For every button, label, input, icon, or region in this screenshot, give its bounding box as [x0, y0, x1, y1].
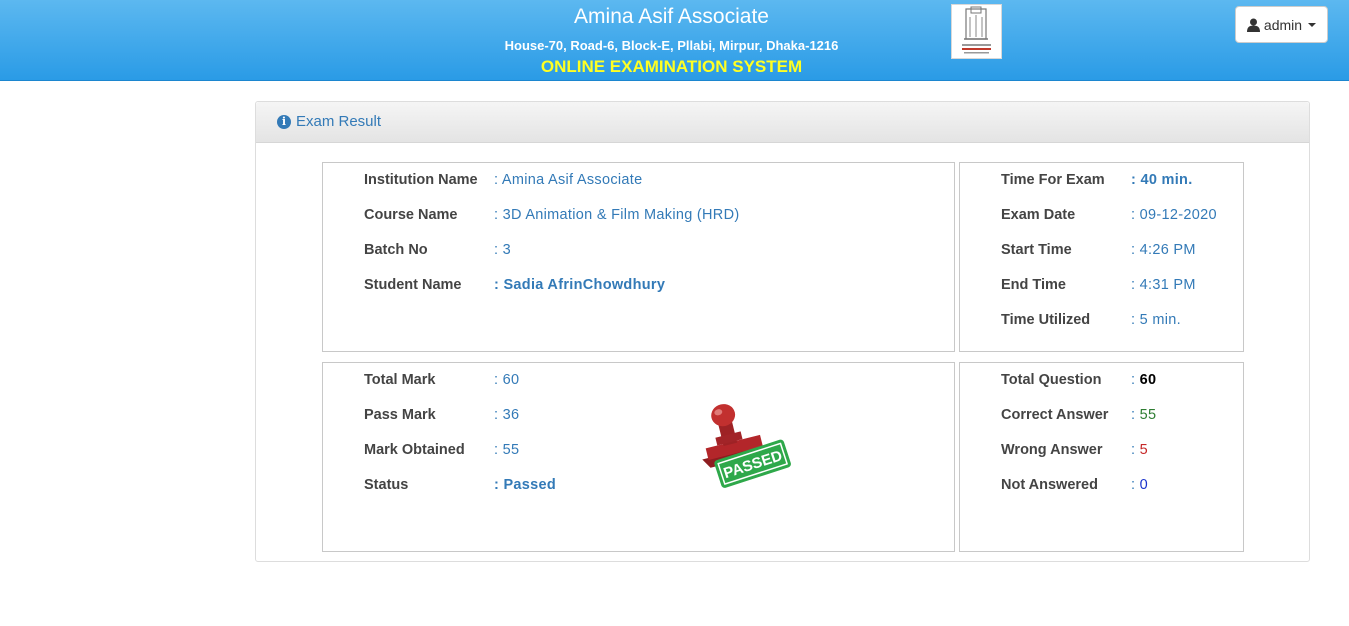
passed-stamp-image: PASSED: [702, 404, 791, 488]
top-header: Amina Asif Associate House-70, Road-6, B…: [0, 0, 1349, 81]
course-label: Course Name: [364, 207, 458, 223]
start-time-label: Start Time: [1001, 242, 1072, 258]
institution-value: : Amina Asif Associate: [494, 172, 643, 188]
panel-title: i Exam Result: [277, 113, 381, 130]
questions-box: Total Question: 60 Correct Answer: 55 Wr…: [959, 362, 1244, 552]
total-question-prefix: :: [1131, 372, 1140, 388]
course-value: : 3D Animation & Film Making (HRD): [494, 207, 740, 223]
institution-title: Amina Asif Associate: [574, 5, 769, 28]
total-question-value: 60: [1139, 372, 1157, 388]
total-mark-label: Total Mark: [364, 372, 436, 388]
time-for-exam-value: : 40 min.: [1131, 172, 1193, 188]
not-answered-value: 0: [1139, 477, 1149, 493]
exam-info-box: Institution Name : Amina Asif Associate C…: [322, 162, 955, 352]
institution-logo: [951, 4, 1002, 59]
pass-mark-label: Pass Mark: [364, 407, 436, 423]
correct-answer-prefix: :: [1131, 407, 1140, 423]
correct-answer-value-group: : 55: [1131, 407, 1156, 423]
institution-address: House-70, Road-6, Block-E, Pllabi, Mirpu…: [504, 38, 839, 53]
institution-label: Institution Name: [364, 172, 478, 188]
wrong-answer-value: 5: [1139, 442, 1149, 458]
exam-date-label: Exam Date: [1001, 207, 1076, 223]
batch-label: Batch No: [364, 242, 428, 258]
status-value: : Passed: [494, 477, 557, 493]
marks-box: Total Mark : 60 Pass Mark : 36 Mark Obtain…: [322, 362, 955, 552]
wrong-answer-prefix: :: [1131, 442, 1140, 458]
time-utilized-label: Time Utilized: [1001, 312, 1091, 328]
total-question-value-group: : 60: [1131, 372, 1156, 388]
wrong-answer-label: Wrong Answer: [1001, 442, 1103, 458]
mark-obtained-label: Mark Obtained: [364, 442, 465, 458]
batch-value: : 3: [494, 242, 512, 258]
total-question-label: Total Question: [1001, 372, 1102, 388]
info-icon: i: [277, 114, 291, 129]
not-answered-label: Not Answered: [1001, 477, 1098, 493]
panel-title-text: Exam Result: [296, 113, 382, 130]
student-label: Student Name: [364, 277, 462, 293]
caret-down-icon: [1308, 22, 1317, 27]
wrong-answer-value-group: : 5: [1131, 442, 1148, 458]
correct-answer-value: 55: [1139, 407, 1157, 423]
total-mark-value: : 60: [494, 372, 520, 388]
not-answered-prefix: :: [1131, 477, 1140, 493]
time-for-exam-label: Time For Exam: [1001, 172, 1105, 188]
start-time-value: : 4:26 PM: [1131, 242, 1196, 258]
end-time-value: : 4:31 PM: [1131, 277, 1196, 293]
correct-answer-label: Correct Answer: [1001, 407, 1109, 423]
mark-obtained-value: : 55: [494, 442, 520, 458]
exam-time-box: Time For Exam : 40 min. Exam Date : 09-12-…: [959, 162, 1244, 352]
pass-mark-value: : 36: [494, 407, 520, 423]
exam-date-value: : 09-12-2020: [1131, 207, 1217, 223]
system-name: ONLINE EXAMINATION SYSTEM: [540, 57, 803, 76]
not-answered-value-group: : 0: [1131, 477, 1148, 493]
user-name: admin: [1263, 16, 1303, 33]
user-icon: [1246, 18, 1260, 32]
time-utilized-value: : 5 min.: [1131, 312, 1181, 328]
user-menu-button[interactable]: admin: [1235, 6, 1328, 43]
end-time-label: End Time: [1001, 277, 1066, 293]
panel-heading: i Exam Result: [256, 102, 1309, 143]
student-value: : Sadia AfrinChowdhury: [494, 277, 666, 293]
status-label: Status: [364, 477, 409, 493]
